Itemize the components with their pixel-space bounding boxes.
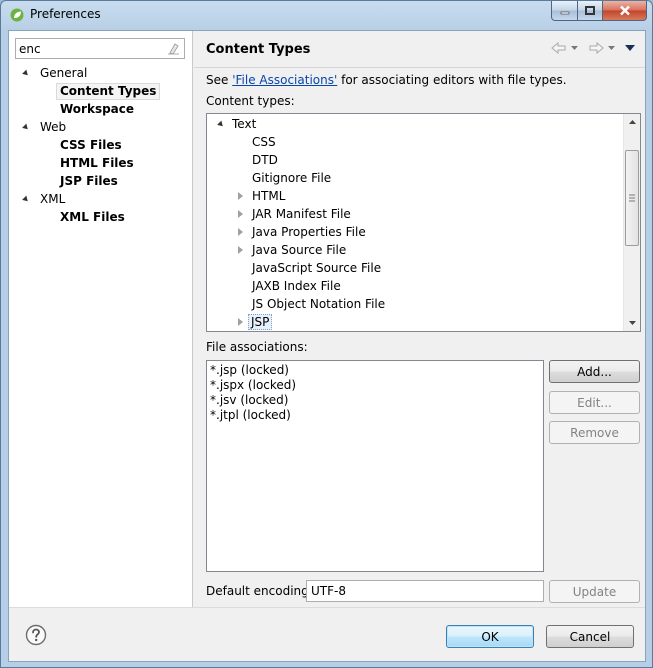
title-bar[interactable]: Preferences (1, 1, 652, 29)
ok-button[interactable]: OK (446, 625, 534, 648)
file-associations-link[interactable]: 'File Associations' (232, 73, 337, 87)
tree-item-jsp-files[interactable]: JSP Files (9, 172, 193, 190)
title-separator (194, 67, 645, 68)
scroll-down-icon[interactable] (624, 314, 641, 331)
collapsed-arrow-icon[interactable] (238, 210, 243, 218)
scrollbar-thumb[interactable] (625, 150, 639, 246)
tree-item-label: CSS Files (60, 138, 122, 152)
tree-item-label: Workspace (60, 102, 135, 116)
button-bar-separator (9, 607, 645, 608)
expanded-arrow-icon[interactable] (217, 120, 225, 129)
filter-input[interactable] (16, 39, 156, 58)
tree-item-xml[interactable]: XML (9, 190, 193, 208)
content-type-label: Gitignore File (252, 171, 332, 185)
collapsed-arrow-icon[interactable] (238, 228, 243, 236)
content-type-label: Java Properties File (252, 225, 366, 239)
default-encoding-label: Default encoding: (206, 584, 313, 598)
chevron-down-icon[interactable] (571, 45, 578, 51)
page-nav-toolbar (551, 42, 635, 54)
default-encoding-input[interactable] (306, 580, 544, 602)
preferences-tree: General Content Types Workspace Web CSS … (9, 64, 193, 226)
content-types-scrollbar[interactable] (623, 114, 640, 331)
edit-button[interactable]: Edit... (549, 391, 640, 414)
grip-icon (629, 194, 635, 202)
collapsed-arrow-icon[interactable] (238, 192, 243, 200)
minimize-icon (560, 11, 569, 14)
file-associations-hint: See 'File Associations' for associating … (206, 73, 567, 87)
help-icon[interactable] (25, 624, 47, 646)
content-type-label: JSP (248, 314, 273, 330)
hint-prefix: See (206, 73, 233, 87)
tree-item-content-types[interactable]: Content Types (9, 82, 193, 100)
tree-item-workspace[interactable]: Workspace (9, 100, 193, 118)
file-associations-label: File associations: (206, 340, 308, 354)
hint-suffix: for associating editors with file types. (337, 73, 567, 87)
tree-item-css-files[interactable]: CSS Files (9, 136, 193, 154)
expanded-arrow-icon[interactable] (22, 195, 30, 204)
preferences-nav-pane: General Content Types Workspace Web CSS … (9, 31, 193, 607)
tree-item-general[interactable]: General (9, 64, 193, 82)
dialog-client-area: General Content Types Workspace Web CSS … (8, 30, 646, 662)
tree-item-label: General (40, 66, 88, 80)
expanded-arrow-icon[interactable] (22, 123, 30, 132)
tree-item-label: HTML Files (60, 156, 134, 170)
tree-item-label: Content Types (56, 83, 161, 100)
list-item[interactable]: *.jsp (locked) (210, 363, 540, 378)
tree-item-label: Web (40, 120, 67, 134)
content-type-label: JS Object Notation File (252, 297, 386, 311)
back-arrow-icon[interactable] (551, 42, 567, 54)
tree-item-label: JSP Files (60, 174, 118, 188)
list-item[interactable]: *.jspx (locked) (210, 378, 540, 393)
content-type-label: Java Source File (252, 243, 347, 257)
collapsed-arrow-icon[interactable] (238, 318, 243, 326)
window-controls (551, 1, 647, 21)
maximize-button[interactable] (578, 1, 603, 21)
forward-arrow-icon[interactable] (588, 42, 604, 54)
collapsed-arrow-icon[interactable] (238, 246, 243, 254)
spring-leaf-icon (10, 8, 24, 22)
file-associations-list[interactable]: *.jsp (locked) *.jspx (locked) *.jsv (lo… (206, 360, 544, 572)
expanded-arrow-icon[interactable] (22, 69, 30, 78)
close-button[interactable] (603, 1, 647, 21)
content-type-label: JavaScript Source File (252, 261, 382, 275)
filter-box[interactable] (15, 38, 185, 59)
tree-item-xml-files[interactable]: XML Files (9, 208, 193, 226)
tree-item-label: XML Files (60, 210, 125, 224)
minimize-button[interactable] (551, 1, 578, 21)
content-type-label: CSS (252, 135, 276, 149)
view-menu-icon[interactable] (625, 45, 635, 51)
tree-item-web[interactable]: Web (9, 118, 193, 136)
content-type-label: JAR Manifest File (252, 207, 351, 221)
cancel-button[interactable]: Cancel (546, 625, 634, 648)
content-type-label: HTML (252, 189, 286, 203)
content-type-label: JAXB Index File (252, 279, 341, 293)
update-button[interactable]: Update (549, 580, 640, 603)
remove-button[interactable]: Remove (549, 421, 640, 444)
list-item[interactable]: *.jtpl (locked) (210, 408, 540, 423)
window-title: Preferences (30, 7, 101, 21)
tree-item-html-files[interactable]: HTML Files (9, 154, 193, 172)
close-icon (619, 5, 630, 16)
content-types-page: Content Types See 'File Associations' fo… (194, 31, 645, 607)
preferences-window: Preferences enc General Content Types Wo… (0, 0, 653, 668)
content-types-label: Content types: (206, 94, 295, 108)
content-type-label: Text (232, 117, 257, 131)
scroll-up-icon[interactable] (624, 114, 641, 131)
add-button[interactable]: Add... (549, 360, 640, 383)
eraser-icon[interactable] (167, 42, 180, 55)
maximize-icon (585, 5, 595, 15)
page-title: Content Types (206, 42, 311, 57)
content-type-label: DTD (252, 153, 278, 167)
list-item[interactable]: *.jsv (locked) (210, 393, 540, 408)
chevron-down-icon[interactable] (608, 45, 615, 51)
tree-item-label: XML (40, 192, 66, 206)
content-types-tree[interactable]: Text CSS DTD Gitignore File HTML JAR Man… (206, 113, 641, 332)
